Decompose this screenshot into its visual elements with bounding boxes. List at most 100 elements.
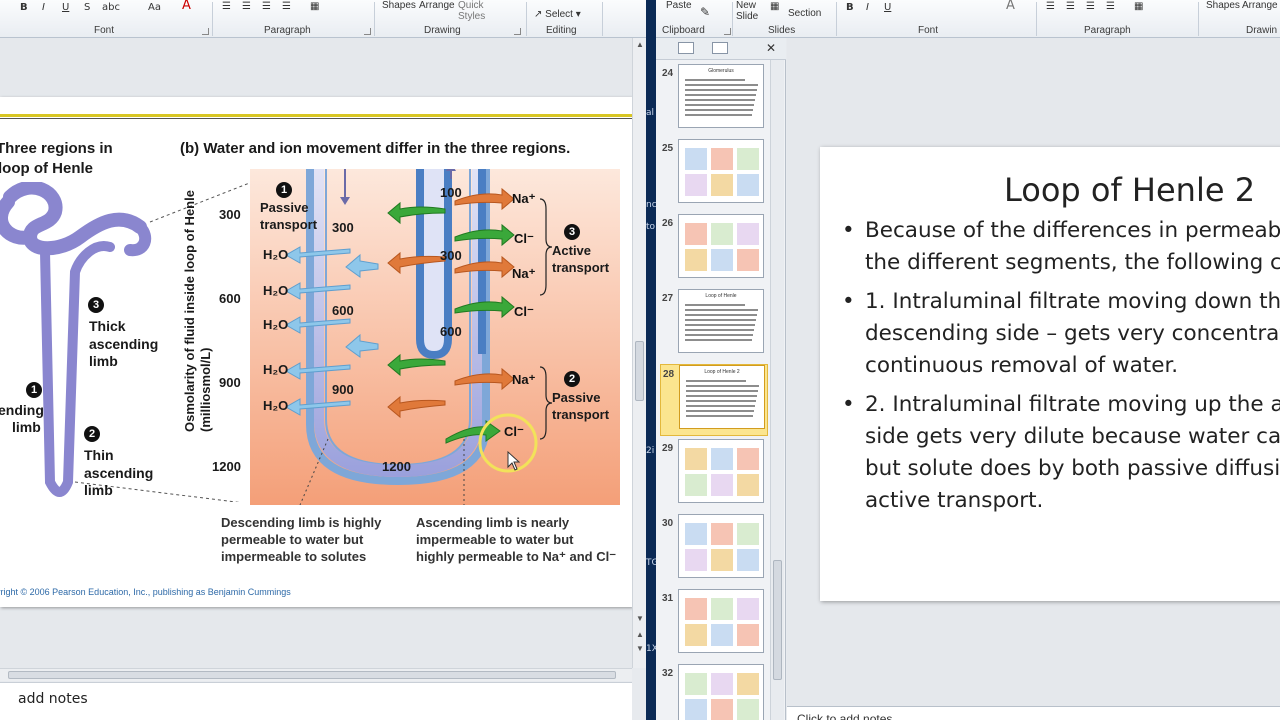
font-dialog-launcher-icon[interactable] xyxy=(202,28,209,35)
thumbnail-figure-block xyxy=(711,474,733,496)
passive-1-label-1: Passive xyxy=(260,200,309,215)
passive-1-number: 1 xyxy=(276,182,292,198)
right-font-group-label: Font xyxy=(918,25,939,36)
bullet-3[interactable]: 2. Intraluminal filtrate moving up the a… xyxy=(842,389,1280,517)
right-italic-button[interactable]: I xyxy=(866,2,869,14)
character-spacing-button[interactable]: abc xyxy=(102,2,120,14)
thumbnail-text-line xyxy=(686,395,757,397)
right-shapes-button[interactable]: Shapes xyxy=(1206,0,1240,11)
thumbnail-scrollbar[interactable] xyxy=(770,60,784,720)
right-notes-pane[interactable]: Click to add notes xyxy=(787,706,1280,720)
columns-icon[interactable]: ▦ xyxy=(310,1,319,13)
right-columns-icon[interactable]: ▦ xyxy=(1134,1,1143,13)
right-align-center-icon[interactable]: ☰ xyxy=(1066,1,1075,13)
clipboard-launcher-icon[interactable] xyxy=(724,28,731,35)
right-align-left-icon[interactable]: ☰ xyxy=(1046,1,1055,13)
slide-thumbnail-28[interactable]: 28 Loop of Henle 2 xyxy=(660,364,768,436)
loop-of-henle-2-slide[interactable]: Loop of Henle 2 Because of the differenc… xyxy=(820,147,1280,601)
quick-styles-button[interactable]: Quick Styles xyxy=(458,0,492,22)
font-color-icon[interactable]: A xyxy=(182,0,191,12)
bullet-2[interactable]: 1. Intraluminal filtrate moving down th … xyxy=(842,286,1280,382)
right-justify-icon[interactable]: ☰ xyxy=(1106,1,1115,13)
slide-thumbnail-32[interactable]: 32 xyxy=(660,664,768,720)
slide-thumbnail-24[interactable]: 24 Glomerulus xyxy=(660,64,768,136)
shapes-button[interactable]: Shapes xyxy=(382,0,416,11)
drawing-dialog-launcher-icon[interactable] xyxy=(514,28,521,35)
left-notes-pane[interactable]: add notes xyxy=(0,682,632,720)
right-underline-button[interactable]: U xyxy=(884,2,891,14)
slide-thumbnail-26[interactable]: 26 xyxy=(660,214,768,286)
thumbnail-text-line xyxy=(686,410,754,412)
thumbnail-figure-block xyxy=(737,474,759,496)
y-tick-600: 600 xyxy=(219,291,241,306)
asc-value-600: 600 xyxy=(440,324,462,339)
underline-button[interactable]: U xyxy=(62,2,69,14)
h-scroll-thumb[interactable] xyxy=(8,671,616,679)
close-pane-icon[interactable]: ✕ xyxy=(766,41,776,55)
change-case-button[interactable]: Aa xyxy=(148,2,161,14)
thumbnail-figure-block xyxy=(711,549,733,571)
ascending-caption-1: Ascending limb is nearly xyxy=(416,515,570,530)
thumbnail-text-line xyxy=(685,89,757,91)
descending-caption-1: Descending limb is highly xyxy=(221,515,382,530)
slide-thumbnail-27[interactable]: 27 Loop of Henle xyxy=(660,289,768,361)
right-ribbon: Paste ✎ Clipboard New Slide ▦ Section Sl… xyxy=(656,0,1280,38)
right-arrange-button[interactable]: Arrange xyxy=(1242,0,1278,11)
left-horizontal-scrollbar[interactable] xyxy=(0,668,632,681)
slide-thumbnail-25[interactable]: 25 xyxy=(660,139,768,211)
thumbnail-figure-block xyxy=(711,624,733,646)
scroll-down-icon[interactable]: ▼ xyxy=(636,614,644,623)
thumbnail-text-line xyxy=(685,304,745,306)
left-vertical-scrollbar[interactable]: ▲ ▼ ▲ ▼ xyxy=(632,38,646,668)
align-right-icon[interactable]: ☰ xyxy=(262,1,271,13)
prev-slide-icon[interactable]: ▲ xyxy=(636,630,644,639)
scroll-up-icon[interactable]: ▲ xyxy=(636,40,644,49)
next-slide-icon[interactable]: ▼ xyxy=(636,644,644,653)
thumbnail-figure-block xyxy=(711,249,733,271)
active-label-2: transport xyxy=(552,260,610,275)
notes-placeholder[interactable]: add notes xyxy=(18,691,88,707)
justify-icon[interactable]: ☰ xyxy=(282,1,291,13)
left-header-line1: Three regions in xyxy=(0,140,113,157)
thumbnail-figure-block xyxy=(685,223,707,245)
thumbnail-text-line xyxy=(686,415,753,417)
scroll-thumb[interactable] xyxy=(635,341,644,401)
thumbnail-scroll-thumb[interactable] xyxy=(773,560,782,680)
right-font-color-icon[interactable]: A xyxy=(1006,0,1015,12)
align-center-icon[interactable]: ☰ xyxy=(242,1,251,13)
paragraph-group-label: Paragraph xyxy=(264,25,311,36)
thumbnail-image xyxy=(678,439,764,503)
paste-button[interactable]: Paste xyxy=(666,0,692,11)
slides-tab-icon[interactable] xyxy=(678,42,694,54)
arrange-button[interactable]: Arrange xyxy=(419,0,455,11)
thumbnail-figure-block xyxy=(685,249,707,271)
slide-thumbnail-31[interactable]: 31 xyxy=(660,589,768,661)
bold-button[interactable]: B xyxy=(20,2,28,14)
italic-button[interactable]: I xyxy=(42,2,45,14)
right-align-right-icon[interactable]: ☰ xyxy=(1086,1,1095,13)
bullet-1[interactable]: Because of the differences in permeab th… xyxy=(842,215,1280,279)
right-bold-button[interactable]: B xyxy=(846,2,854,14)
thumbnail-figure-block xyxy=(737,174,759,196)
layout-icon[interactable]: ▦ xyxy=(770,1,779,13)
slide-title[interactable]: Loop of Henle 2 xyxy=(1004,171,1255,209)
outline-tab-icon[interactable] xyxy=(712,42,728,54)
thumbnail-number: 28 xyxy=(663,369,675,380)
right-notes-placeholder[interactable]: Click to add notes xyxy=(797,712,892,720)
desc-limb-number: 1 xyxy=(26,382,42,398)
thumbnail-image xyxy=(678,214,764,278)
paragraph-dialog-launcher-icon[interactable] xyxy=(364,28,371,35)
slide-thumbnail-29[interactable]: 29 xyxy=(660,439,768,511)
drawing-group-label: Drawing xyxy=(424,25,461,36)
thumbnail-figure-block xyxy=(711,523,733,545)
select-button[interactable]: ↗ Select ▾ xyxy=(534,9,581,20)
format-painter-icon[interactable]: ✎ xyxy=(700,6,710,18)
thumbnail-figure-block xyxy=(737,673,759,695)
align-left-icon[interactable]: ☰ xyxy=(222,1,231,13)
strikethrough-button[interactable]: S xyxy=(84,2,90,14)
y-tick-300: 300 xyxy=(219,207,241,222)
new-slide-button[interactable]: New Slide xyxy=(736,0,762,22)
slide-thumbnail-30[interactable]: 30 xyxy=(660,514,768,586)
section-button[interactable]: Section xyxy=(788,8,821,19)
slide-bullets[interactable]: Because of the differences in permeab th… xyxy=(842,215,1280,524)
